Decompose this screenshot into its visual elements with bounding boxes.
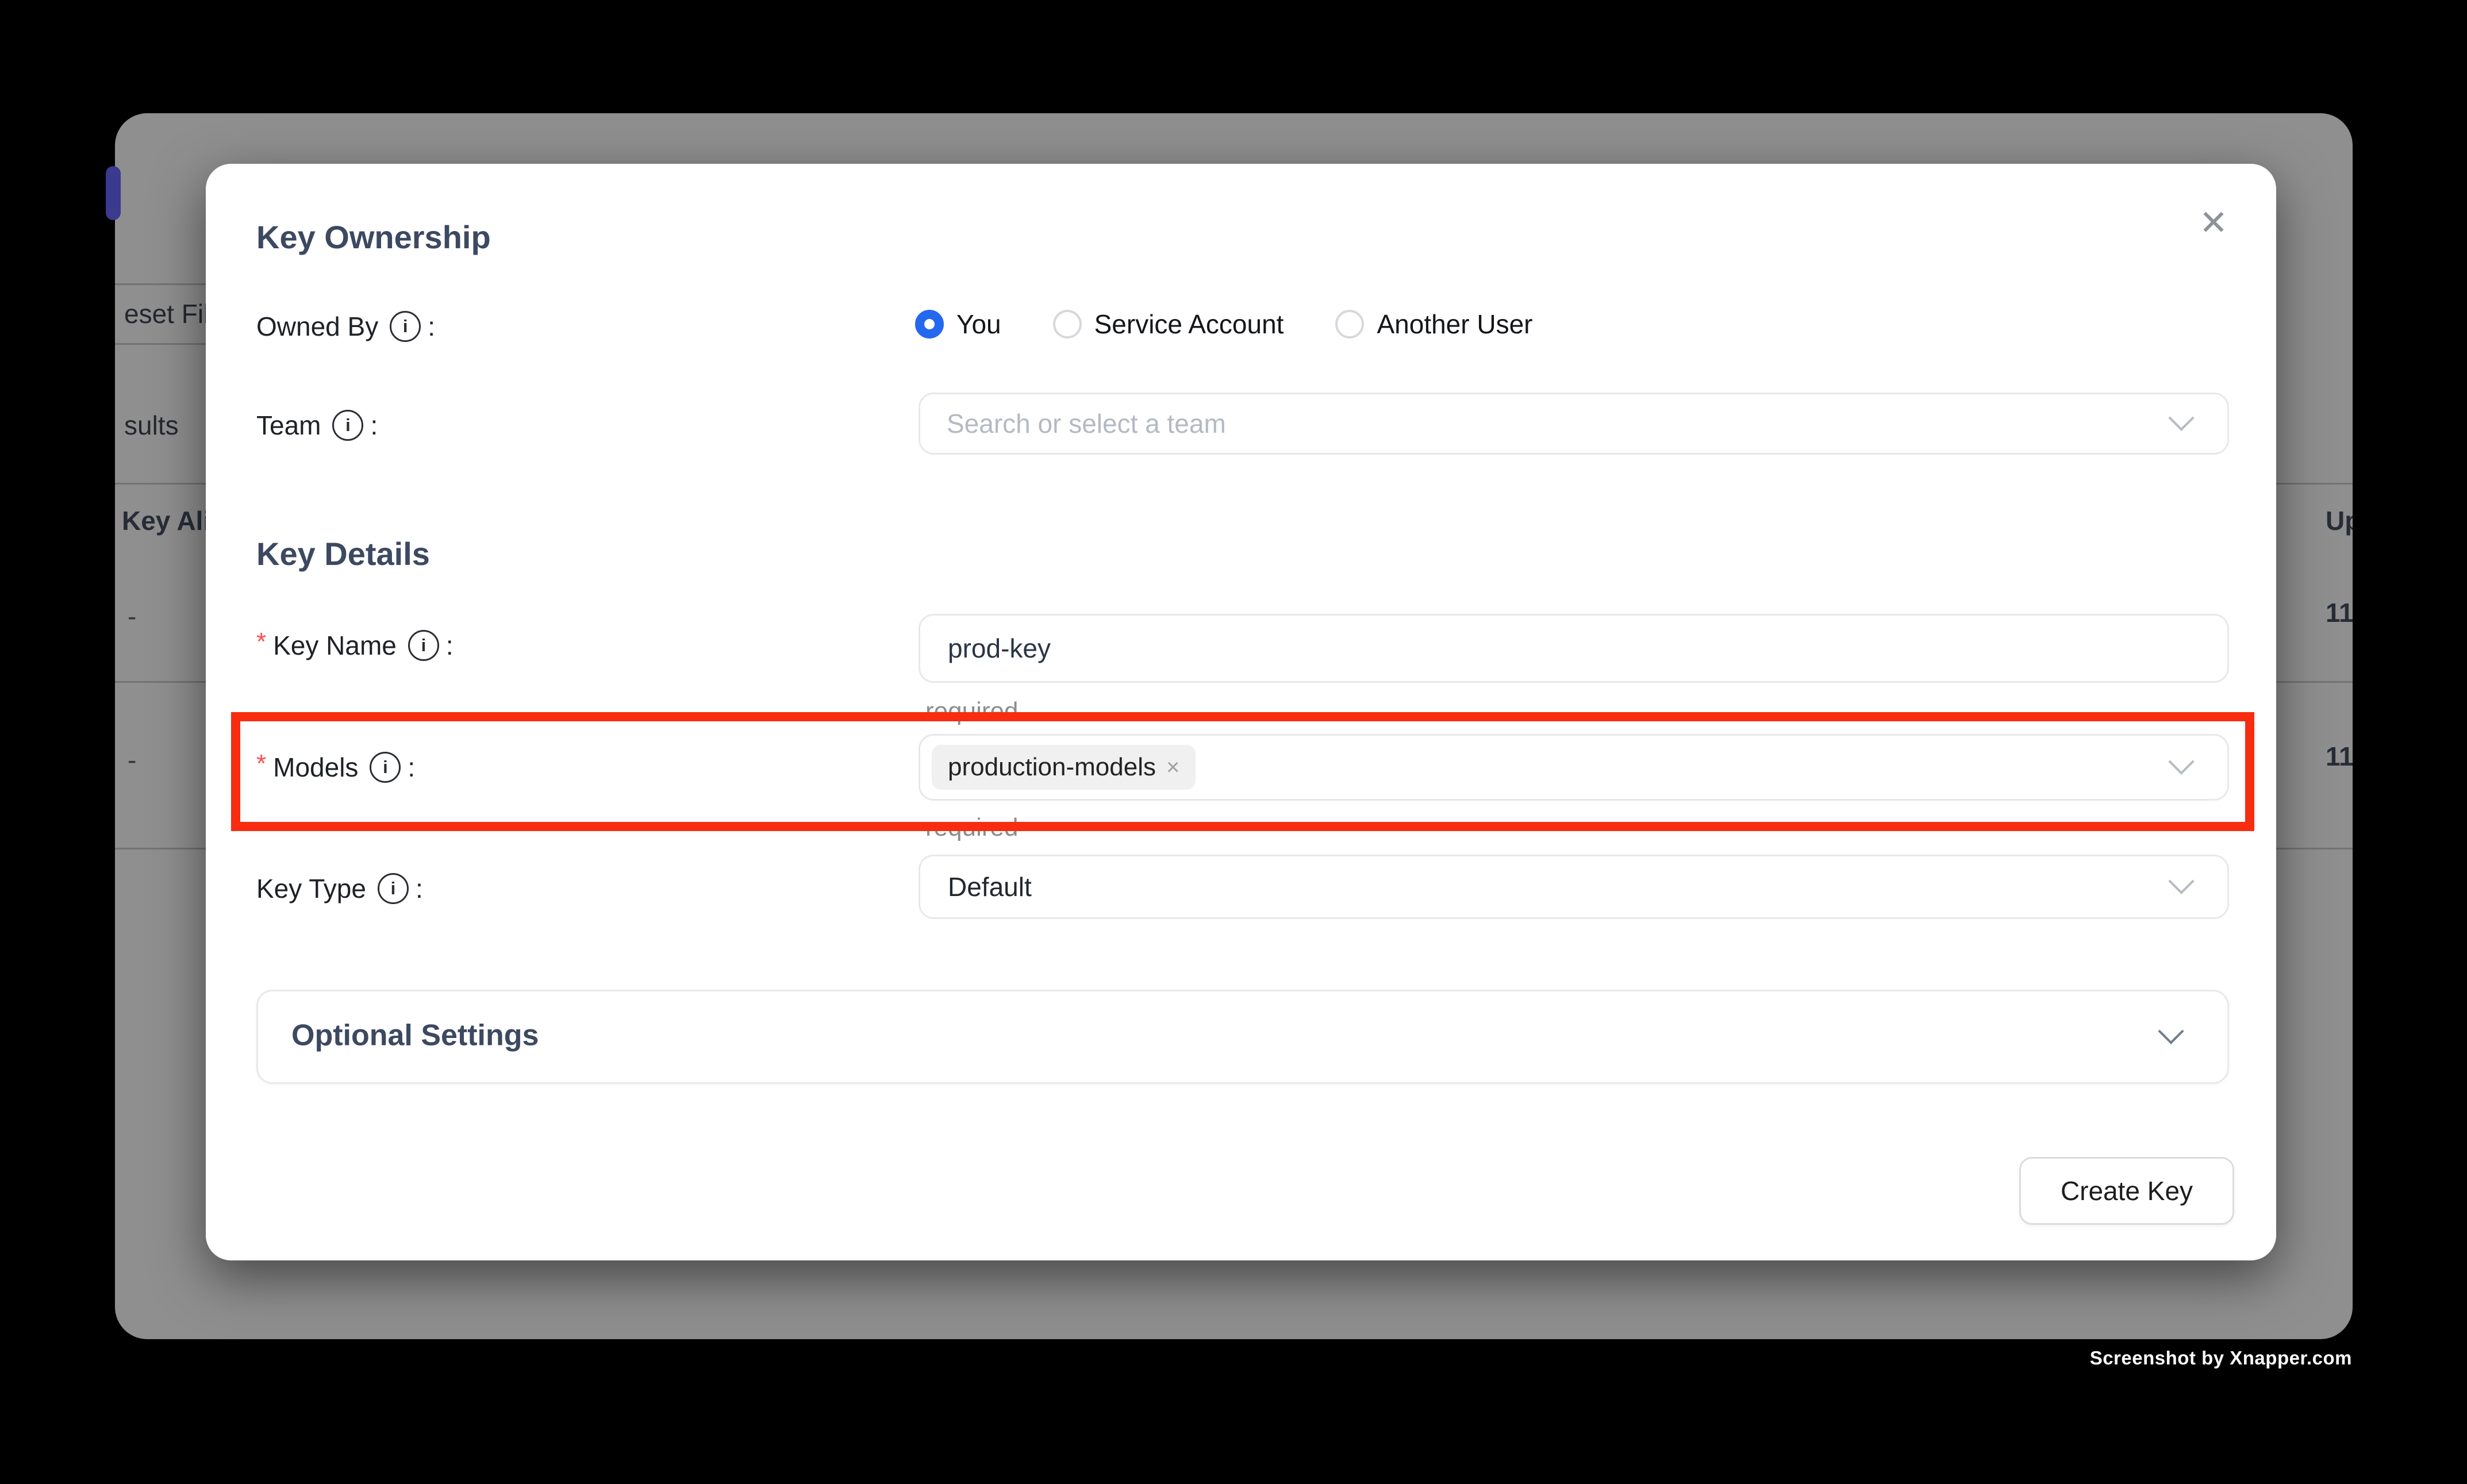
team-label: Team i : (256, 410, 378, 441)
optional-settings-heading: Optional Settings (291, 1018, 539, 1053)
key-name-label: * Key Name i : (256, 630, 454, 661)
radio-option-you[interactable]: You (915, 309, 1001, 340)
divider (2276, 483, 2353, 485)
info-icon[interactable]: i (332, 410, 363, 441)
divider (2276, 848, 2353, 849)
chevron-down-icon (2168, 405, 2194, 431)
table-cell-alias: - (128, 744, 136, 775)
colon: : (428, 311, 435, 342)
results-count-fragment: sults (124, 410, 179, 441)
radio-selected-icon[interactable] (915, 310, 944, 339)
key-name-value: prod-key (920, 633, 1051, 664)
info-icon[interactable]: i (390, 311, 421, 342)
owned-by-label: Owned By i : (256, 311, 435, 342)
models-tag-label: production-models (948, 753, 1156, 782)
key-type-select[interactable]: Default (919, 855, 2229, 919)
create-key-button[interactable]: Create Key (2019, 1157, 2234, 1225)
info-icon[interactable]: i (408, 630, 439, 661)
chevron-down-icon (2168, 868, 2194, 894)
divider (115, 848, 206, 849)
key-name-label-text: Key Name (273, 630, 397, 661)
models-selected-tag: production-models × (932, 745, 1196, 790)
key-type-value: Default (920, 871, 1032, 902)
info-icon[interactable]: i (370, 752, 401, 783)
info-icon[interactable]: i (378, 873, 409, 904)
radio-label: You (956, 309, 1001, 340)
modal-title: Key Ownership (256, 218, 491, 256)
radio-unselected-icon[interactable] (1335, 310, 1364, 339)
divider (115, 483, 206, 485)
team-select-placeholder: Search or select a team (920, 408, 1226, 439)
colon: : (408, 752, 415, 783)
background-accent-button-fragment (106, 166, 121, 220)
reset-filters-button-fragment[interactable]: eset Filt (124, 298, 217, 329)
team-label-text: Team (256, 410, 321, 441)
create-key-button-label: Create Key (2061, 1175, 2193, 1206)
divider (115, 343, 206, 345)
models-label-text: Models (273, 752, 358, 783)
radio-option-another-user[interactable]: Another User (1335, 309, 1532, 340)
divider (115, 283, 206, 285)
radio-label: Service Account (1094, 309, 1284, 340)
required-asterisk: * (256, 628, 266, 656)
table-cell-updated: 11/ (2326, 741, 2353, 772)
team-select[interactable]: Search or select a team (919, 393, 2229, 455)
chevron-down-icon (2158, 1018, 2184, 1044)
colon: : (416, 873, 423, 904)
key-name-validation-message: required (925, 697, 1018, 726)
key-type-label-text: Key Type (256, 873, 366, 904)
owned-by-label-text: Owned By (256, 311, 378, 342)
chevron-down-icon (2168, 749, 2194, 775)
key-details-heading: Key Details (256, 535, 430, 572)
create-key-modal: ✕ Key Ownership Owned By i : You Service… (206, 164, 2276, 1260)
colon: : (446, 630, 454, 661)
optional-settings-accordion[interactable]: Optional Settings (256, 990, 2229, 1084)
divider (2276, 681, 2353, 683)
models-label: * Models i : (256, 752, 415, 783)
models-validation-message: required (925, 813, 1018, 842)
table-cell-updated: 11/ (2326, 597, 2353, 628)
owned-by-radio-group: You Service Account Another User (915, 309, 1532, 340)
colon: : (370, 410, 378, 441)
table-header-updated: Up (2326, 505, 2353, 536)
divider (115, 681, 206, 683)
radio-unselected-icon[interactable] (1053, 310, 1082, 339)
key-name-input[interactable]: prod-key (919, 614, 2229, 683)
models-select[interactable]: production-models × (919, 734, 2229, 801)
radio-option-service-account[interactable]: Service Account (1053, 309, 1284, 340)
watermark: Screenshot by Xnapper.com (2090, 1347, 2352, 1369)
key-type-label: Key Type i : (256, 873, 423, 904)
close-icon[interactable]: ✕ (2188, 197, 2239, 249)
table-cell-alias: - (128, 601, 136, 632)
radio-label: Another User (1377, 309, 1532, 340)
remove-tag-icon[interactable]: × (1166, 755, 1179, 781)
required-asterisk: * (256, 749, 266, 778)
